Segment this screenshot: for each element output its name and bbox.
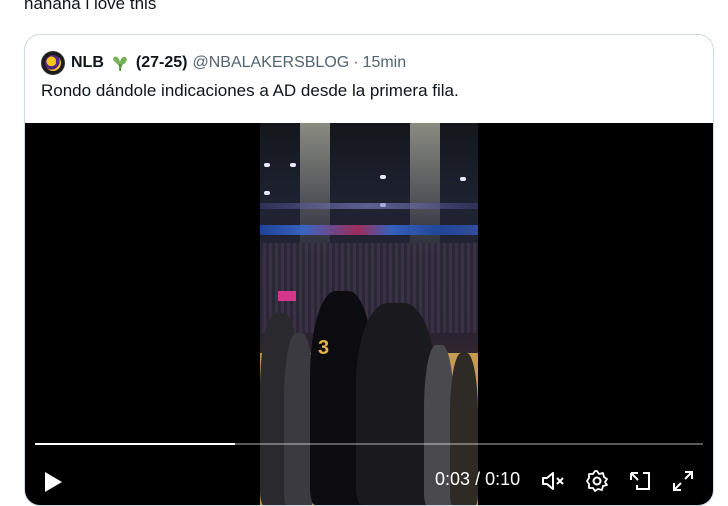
video-progress-fill — [35, 443, 236, 445]
arena-spotlight — [300, 123, 330, 263]
arena-light — [290, 163, 296, 167]
quoted-tweet-card[interactable]: NLB (27-25) @NBALAKERSBLOG · 15min Rondo… — [24, 34, 714, 506]
avatar[interactable] — [41, 51, 65, 75]
settings-icon[interactable] — [585, 469, 609, 498]
time-separator: / — [475, 469, 481, 489]
quoted-display-name[interactable]: NLB — [71, 54, 104, 72]
clover-emoji-icon — [110, 53, 130, 73]
jersey-number: 3 — [318, 337, 330, 359]
arena-ribbon-board — [260, 225, 478, 235]
video-controls: 0:03 / 0:10 — [25, 455, 713, 505]
arena-light — [380, 175, 386, 179]
mute-icon[interactable] — [541, 469, 567, 498]
arena-ribbon — [260, 203, 478, 209]
team-record: (27-25) — [135, 54, 188, 71]
play-icon[interactable] — [43, 471, 63, 498]
video-player[interactable]: 3 0:03 / 0:10 — [25, 123, 713, 505]
video-frame[interactable]: 3 — [260, 123, 478, 505]
quoted-handle[interactable]: @NBALAKERSBLOG — [192, 54, 349, 72]
arena-light — [460, 177, 466, 181]
arena-light — [264, 191, 270, 195]
video-progress-bar[interactable] — [35, 443, 703, 445]
duration: 0:10 — [485, 469, 521, 489]
arena-spotlight — [410, 123, 440, 263]
arena-sign — [278, 291, 296, 301]
pip-icon[interactable] — [627, 469, 653, 498]
arena-light — [264, 163, 270, 167]
tweet-text: hahaha i love this — [24, 0, 157, 13]
quoted-timestamp[interactable]: 15min — [363, 54, 407, 72]
separator-dot: · — [353, 54, 359, 71]
quoted-tweet-text: Rondo dándole indicaciones a AD desde la… — [41, 81, 459, 100]
current-time: 0:03 — [435, 469, 471, 489]
video-time: 0:03 / 0:10 — [435, 469, 520, 490]
quoted-tweet-header: NLB (27-25) @NBALAKERSBLOG · 15min — [41, 51, 406, 75]
fullscreen-icon[interactable] — [671, 469, 695, 498]
